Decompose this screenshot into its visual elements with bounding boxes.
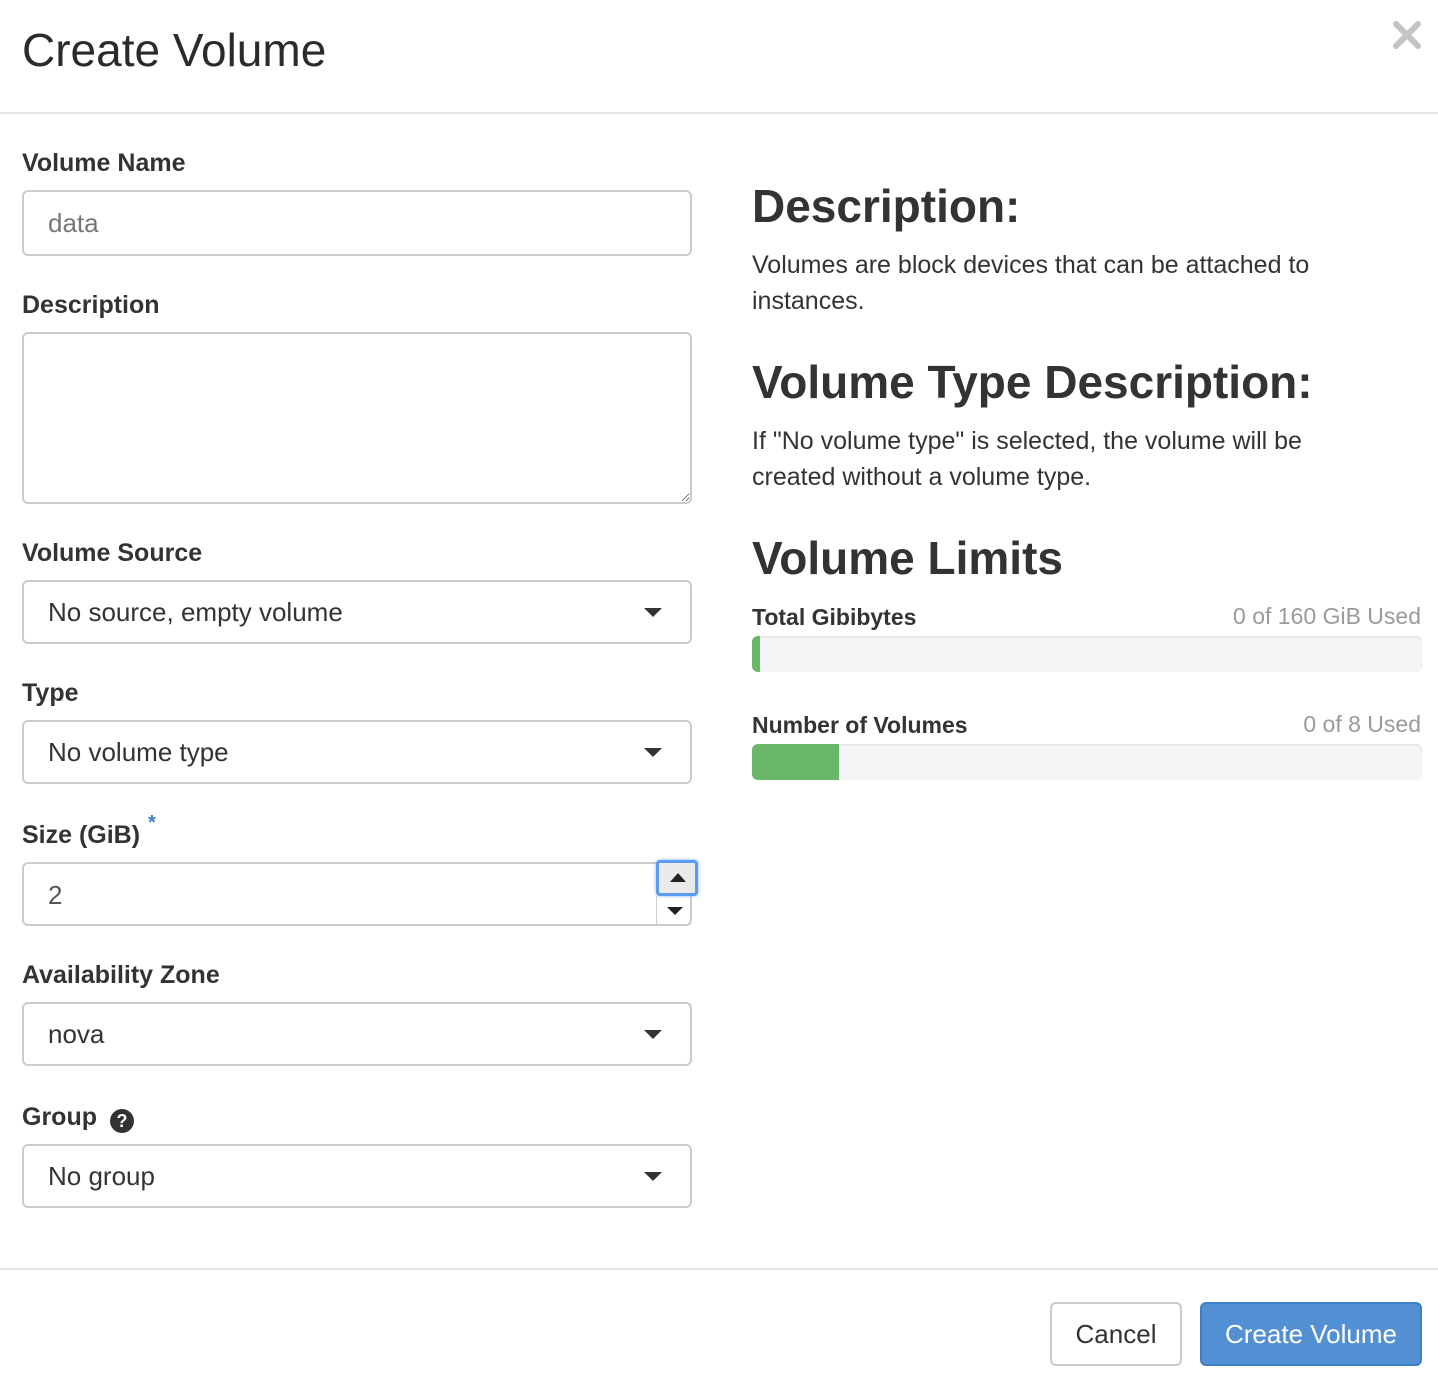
number-of-volumes-progress (752, 744, 1422, 780)
volume-source-value: No source, empty volume (48, 596, 343, 627)
volume-source-label: Volume Source (22, 539, 203, 567)
availability-zone-select[interactable]: nova (22, 1002, 692, 1066)
volume-type-select[interactable]: No volume type (22, 720, 692, 784)
arrow-up-icon (670, 873, 686, 882)
volume-type-value: No volume type (48, 736, 229, 767)
create-volume-button[interactable]: Create Volume (1200, 1302, 1422, 1366)
chevron-down-icon (644, 608, 662, 617)
group-value: No group (48, 1160, 155, 1191)
modal-title: Create Volume (22, 24, 327, 76)
group-label-wrapper: Group ? (22, 1102, 134, 1133)
number-of-volumes-label: Number of Volumes (752, 712, 968, 738)
progress-fill (752, 744, 840, 780)
size-value: 2 (48, 880, 63, 910)
type-label: Type (22, 679, 79, 707)
group-select[interactable]: No group (22, 1144, 692, 1208)
availability-zone-value: nova (48, 1018, 105, 1049)
modal-footer: Cancel Create Volume (0, 1268, 1438, 1388)
description-heading: Description: (752, 180, 1021, 232)
size-number-input[interactable]: 2 (22, 860, 698, 926)
volume-type-heading: Volume Type Description: (752, 356, 1313, 408)
arrow-down-icon (667, 907, 683, 915)
volume-limits-heading: Volume Limits (752, 532, 1063, 584)
total-gibibytes-label: Total Gibibytes (752, 604, 917, 630)
description-label: Description (22, 291, 160, 319)
size-label: Size (GiB) (22, 821, 141, 849)
modal-header: Create Volume (0, 0, 1438, 114)
close-icon[interactable] (1390, 18, 1424, 52)
description-text: Volumes are block devices that can be at… (752, 251, 1310, 315)
increment-button[interactable] (656, 860, 698, 896)
progress-fill (752, 636, 761, 672)
volume-name-input[interactable] (22, 190, 692, 256)
description-textarea[interactable] (22, 332, 692, 504)
volume-type-text: If "No volume type" is selected, the vol… (752, 427, 1302, 491)
volume-source-select[interactable]: No source, empty volume (22, 580, 692, 644)
create-volume-modal: Create Volume Volume Name Description Vo… (0, 0, 1438, 1388)
required-marker: * (148, 812, 156, 834)
total-gibibytes-used: 0 of 160 GiB Used (1233, 603, 1421, 629)
chevron-down-icon (644, 1030, 662, 1039)
cancel-button[interactable]: Cancel (1050, 1302, 1182, 1366)
chevron-down-icon (644, 1172, 662, 1181)
chevron-down-icon (644, 748, 662, 757)
total-gibibytes-progress (752, 636, 1422, 672)
group-label: Group (22, 1103, 97, 1131)
question-circle-icon[interactable]: ? (109, 1109, 134, 1133)
decrement-button[interactable] (656, 896, 692, 926)
volume-name-label: Volume Name (22, 149, 186, 177)
number-of-volumes-used: 0 of 8 Used (1303, 711, 1421, 737)
availability-zone-label: Availability Zone (22, 961, 220, 989)
